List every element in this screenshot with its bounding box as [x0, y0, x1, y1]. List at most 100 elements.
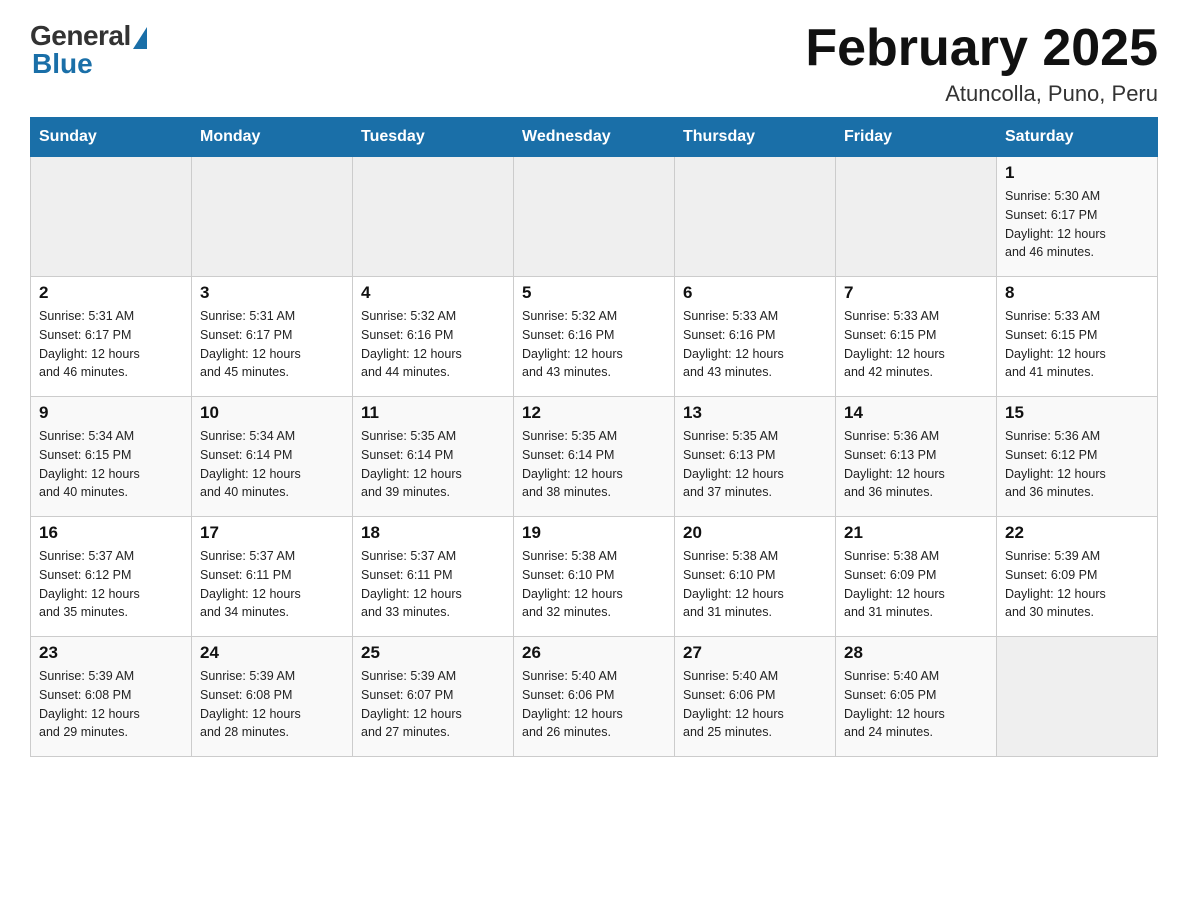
day-info: Sunrise: 5:33 AM Sunset: 6:15 PM Dayligh…	[1005, 307, 1149, 382]
calendar-cell: 17 Sunrise: 5:37 AM Sunset: 6:11 PM Dayli…	[192, 517, 353, 637]
calendar-cell: 21Sunrise: 5:38 AM Sunset: 6:09 PM Dayli…	[836, 517, 997, 637]
day-number: 1	[1005, 163, 1149, 183]
day-info: Sunrise: 5:37 AM Sunset: 6:12 PM Dayligh…	[39, 547, 183, 622]
logo-blue-text: Blue	[32, 48, 93, 80]
day-number: 15	[1005, 403, 1149, 423]
calendar-cell: 27 Sunrise: 5:40 AM Sunset: 6:06 PM Dayli…	[675, 637, 836, 757]
calendar-cell: 3 Sunrise: 5:31 AM Sunset: 6:17 PM Daylig…	[192, 277, 353, 397]
day-number: 4	[361, 283, 505, 303]
day-info: Sunrise: 5:39 AM Sunset: 6:07 PM Dayligh…	[361, 667, 505, 742]
calendar-cell: 14 Sunrise: 5:36 AM Sunset: 6:13 PM Dayli…	[836, 397, 997, 517]
calendar-cell	[192, 157, 353, 277]
calendar-cell: 19Sunrise: 5:38 AM Sunset: 6:10 PM Dayli…	[514, 517, 675, 637]
day-number: 6	[683, 283, 827, 303]
logo-triangle-icon	[133, 27, 147, 49]
calendar-cell	[514, 157, 675, 277]
calendar-cell: 9 Sunrise: 5:34 AM Sunset: 6:15 PM Daylig…	[31, 397, 192, 517]
day-info: Sunrise: 5:33 AM Sunset: 6:15 PM Dayligh…	[844, 307, 988, 382]
day-number: 13	[683, 403, 827, 423]
day-number: 24	[200, 643, 344, 663]
day-number: 11	[361, 403, 505, 423]
calendar-cell: 23 Sunrise: 5:39 AM Sunset: 6:08 PM Dayli…	[31, 637, 192, 757]
week-row-5: 23 Sunrise: 5:39 AM Sunset: 6:08 PM Dayli…	[31, 637, 1158, 757]
day-info: Sunrise: 5:32 AM Sunset: 6:16 PM Dayligh…	[522, 307, 666, 382]
calendar-cell: 7 Sunrise: 5:33 AM Sunset: 6:15 PM Daylig…	[836, 277, 997, 397]
page-header: General Blue February 2025 Atuncolla, Pu…	[30, 20, 1158, 107]
day-number: 14	[844, 403, 988, 423]
calendar-cell: 2Sunrise: 5:31 AM Sunset: 6:17 PM Daylig…	[31, 277, 192, 397]
column-header-sunday: Sunday	[31, 118, 192, 157]
day-number: 8	[1005, 283, 1149, 303]
day-info: Sunrise: 5:36 AM Sunset: 6:12 PM Dayligh…	[1005, 427, 1149, 502]
day-number: 27	[683, 643, 827, 663]
day-info: Sunrise: 5:39 AM Sunset: 6:08 PM Dayligh…	[200, 667, 344, 742]
day-info: Sunrise: 5:39 AM Sunset: 6:08 PM Dayligh…	[39, 667, 183, 742]
calendar-cell: 4 Sunrise: 5:32 AM Sunset: 6:16 PM Daylig…	[353, 277, 514, 397]
day-info: Sunrise: 5:38 AM Sunset: 6:10 PM Dayligh…	[683, 547, 827, 622]
day-number: 23	[39, 643, 183, 663]
calendar-cell: 24 Sunrise: 5:39 AM Sunset: 6:08 PM Dayli…	[192, 637, 353, 757]
column-header-friday: Friday	[836, 118, 997, 157]
calendar-cell: 22 Sunrise: 5:39 AM Sunset: 6:09 PM Dayli…	[997, 517, 1158, 637]
day-info: Sunrise: 5:39 AM Sunset: 6:09 PM Dayligh…	[1005, 547, 1149, 622]
day-number: 7	[844, 283, 988, 303]
day-info: Sunrise: 5:35 AM Sunset: 6:14 PM Dayligh…	[522, 427, 666, 502]
week-row-1: 1 Sunrise: 5:30 AM Sunset: 6:17 PM Daylig…	[31, 157, 1158, 277]
calendar-cell: 10Sunrise: 5:34 AM Sunset: 6:14 PM Dayli…	[192, 397, 353, 517]
calendar-cell: 5 Sunrise: 5:32 AM Sunset: 6:16 PM Daylig…	[514, 277, 675, 397]
calendar-table: SundayMondayTuesdayWednesdayThursdayFrid…	[30, 117, 1158, 757]
calendar-cell: 13 Sunrise: 5:35 AM Sunset: 6:13 PM Dayli…	[675, 397, 836, 517]
calendar-cell: 8 Sunrise: 5:33 AM Sunset: 6:15 PM Daylig…	[997, 277, 1158, 397]
column-header-thursday: Thursday	[675, 118, 836, 157]
week-row-3: 9 Sunrise: 5:34 AM Sunset: 6:15 PM Daylig…	[31, 397, 1158, 517]
day-info: Sunrise: 5:35 AM Sunset: 6:13 PM Dayligh…	[683, 427, 827, 502]
calendar-cell: 16 Sunrise: 5:37 AM Sunset: 6:12 PM Dayli…	[31, 517, 192, 637]
title-area: February 2025 Atuncolla, Puno, Peru	[805, 20, 1158, 107]
column-header-saturday: Saturday	[997, 118, 1158, 157]
calendar-cell: 20 Sunrise: 5:38 AM Sunset: 6:10 PM Dayli…	[675, 517, 836, 637]
day-info: Sunrise: 5:40 AM Sunset: 6:06 PM Dayligh…	[522, 667, 666, 742]
day-number: 9	[39, 403, 183, 423]
day-info: Sunrise: 5:37 AM Sunset: 6:11 PM Dayligh…	[361, 547, 505, 622]
day-number: 20	[683, 523, 827, 543]
day-number: 3	[200, 283, 344, 303]
calendar-cell	[675, 157, 836, 277]
day-info: Sunrise: 5:36 AM Sunset: 6:13 PM Dayligh…	[844, 427, 988, 502]
calendar-cell	[31, 157, 192, 277]
calendar-cell: 26 Sunrise: 5:40 AM Sunset: 6:06 PM Dayli…	[514, 637, 675, 757]
day-number: 5	[522, 283, 666, 303]
month-title: February 2025	[805, 20, 1158, 77]
day-info: Sunrise: 5:40 AM Sunset: 6:06 PM Dayligh…	[683, 667, 827, 742]
day-number: 16	[39, 523, 183, 543]
day-number: 26	[522, 643, 666, 663]
day-info: Sunrise: 5:31 AM Sunset: 6:17 PM Dayligh…	[39, 307, 183, 382]
logo: General Blue	[30, 20, 147, 80]
calendar-cell: 1 Sunrise: 5:30 AM Sunset: 6:17 PM Daylig…	[997, 157, 1158, 277]
day-number: 17	[200, 523, 344, 543]
day-info: Sunrise: 5:34 AM Sunset: 6:14 PM Dayligh…	[200, 427, 344, 502]
calendar-cell: 18 Sunrise: 5:37 AM Sunset: 6:11 PM Dayli…	[353, 517, 514, 637]
calendar-cell: 11Sunrise: 5:35 AM Sunset: 6:14 PM Dayli…	[353, 397, 514, 517]
calendar-cell	[836, 157, 997, 277]
calendar-cell: 6 Sunrise: 5:33 AM Sunset: 6:16 PM Daylig…	[675, 277, 836, 397]
calendar-cell: 25 Sunrise: 5:39 AM Sunset: 6:07 PM Dayli…	[353, 637, 514, 757]
day-info: Sunrise: 5:33 AM Sunset: 6:16 PM Dayligh…	[683, 307, 827, 382]
day-info: Sunrise: 5:40 AM Sunset: 6:05 PM Dayligh…	[844, 667, 988, 742]
day-info: Sunrise: 5:34 AM Sunset: 6:15 PM Dayligh…	[39, 427, 183, 502]
week-row-2: 2Sunrise: 5:31 AM Sunset: 6:17 PM Daylig…	[31, 277, 1158, 397]
day-number: 28	[844, 643, 988, 663]
calendar-cell: 28 Sunrise: 5:40 AM Sunset: 6:05 PM Dayli…	[836, 637, 997, 757]
day-info: Sunrise: 5:37 AM Sunset: 6:11 PM Dayligh…	[200, 547, 344, 622]
calendar-header-row: SundayMondayTuesdayWednesdayThursdayFrid…	[31, 118, 1158, 157]
day-info: Sunrise: 5:30 AM Sunset: 6:17 PM Dayligh…	[1005, 187, 1149, 262]
day-number: 22	[1005, 523, 1149, 543]
day-number: 12	[522, 403, 666, 423]
day-info: Sunrise: 5:31 AM Sunset: 6:17 PM Dayligh…	[200, 307, 344, 382]
calendar-cell	[353, 157, 514, 277]
calendar-cell: 15 Sunrise: 5:36 AM Sunset: 6:12 PM Dayli…	[997, 397, 1158, 517]
day-number: 25	[361, 643, 505, 663]
location-text: Atuncolla, Puno, Peru	[805, 81, 1158, 107]
day-number: 18	[361, 523, 505, 543]
day-info: Sunrise: 5:32 AM Sunset: 6:16 PM Dayligh…	[361, 307, 505, 382]
column-header-tuesday: Tuesday	[353, 118, 514, 157]
